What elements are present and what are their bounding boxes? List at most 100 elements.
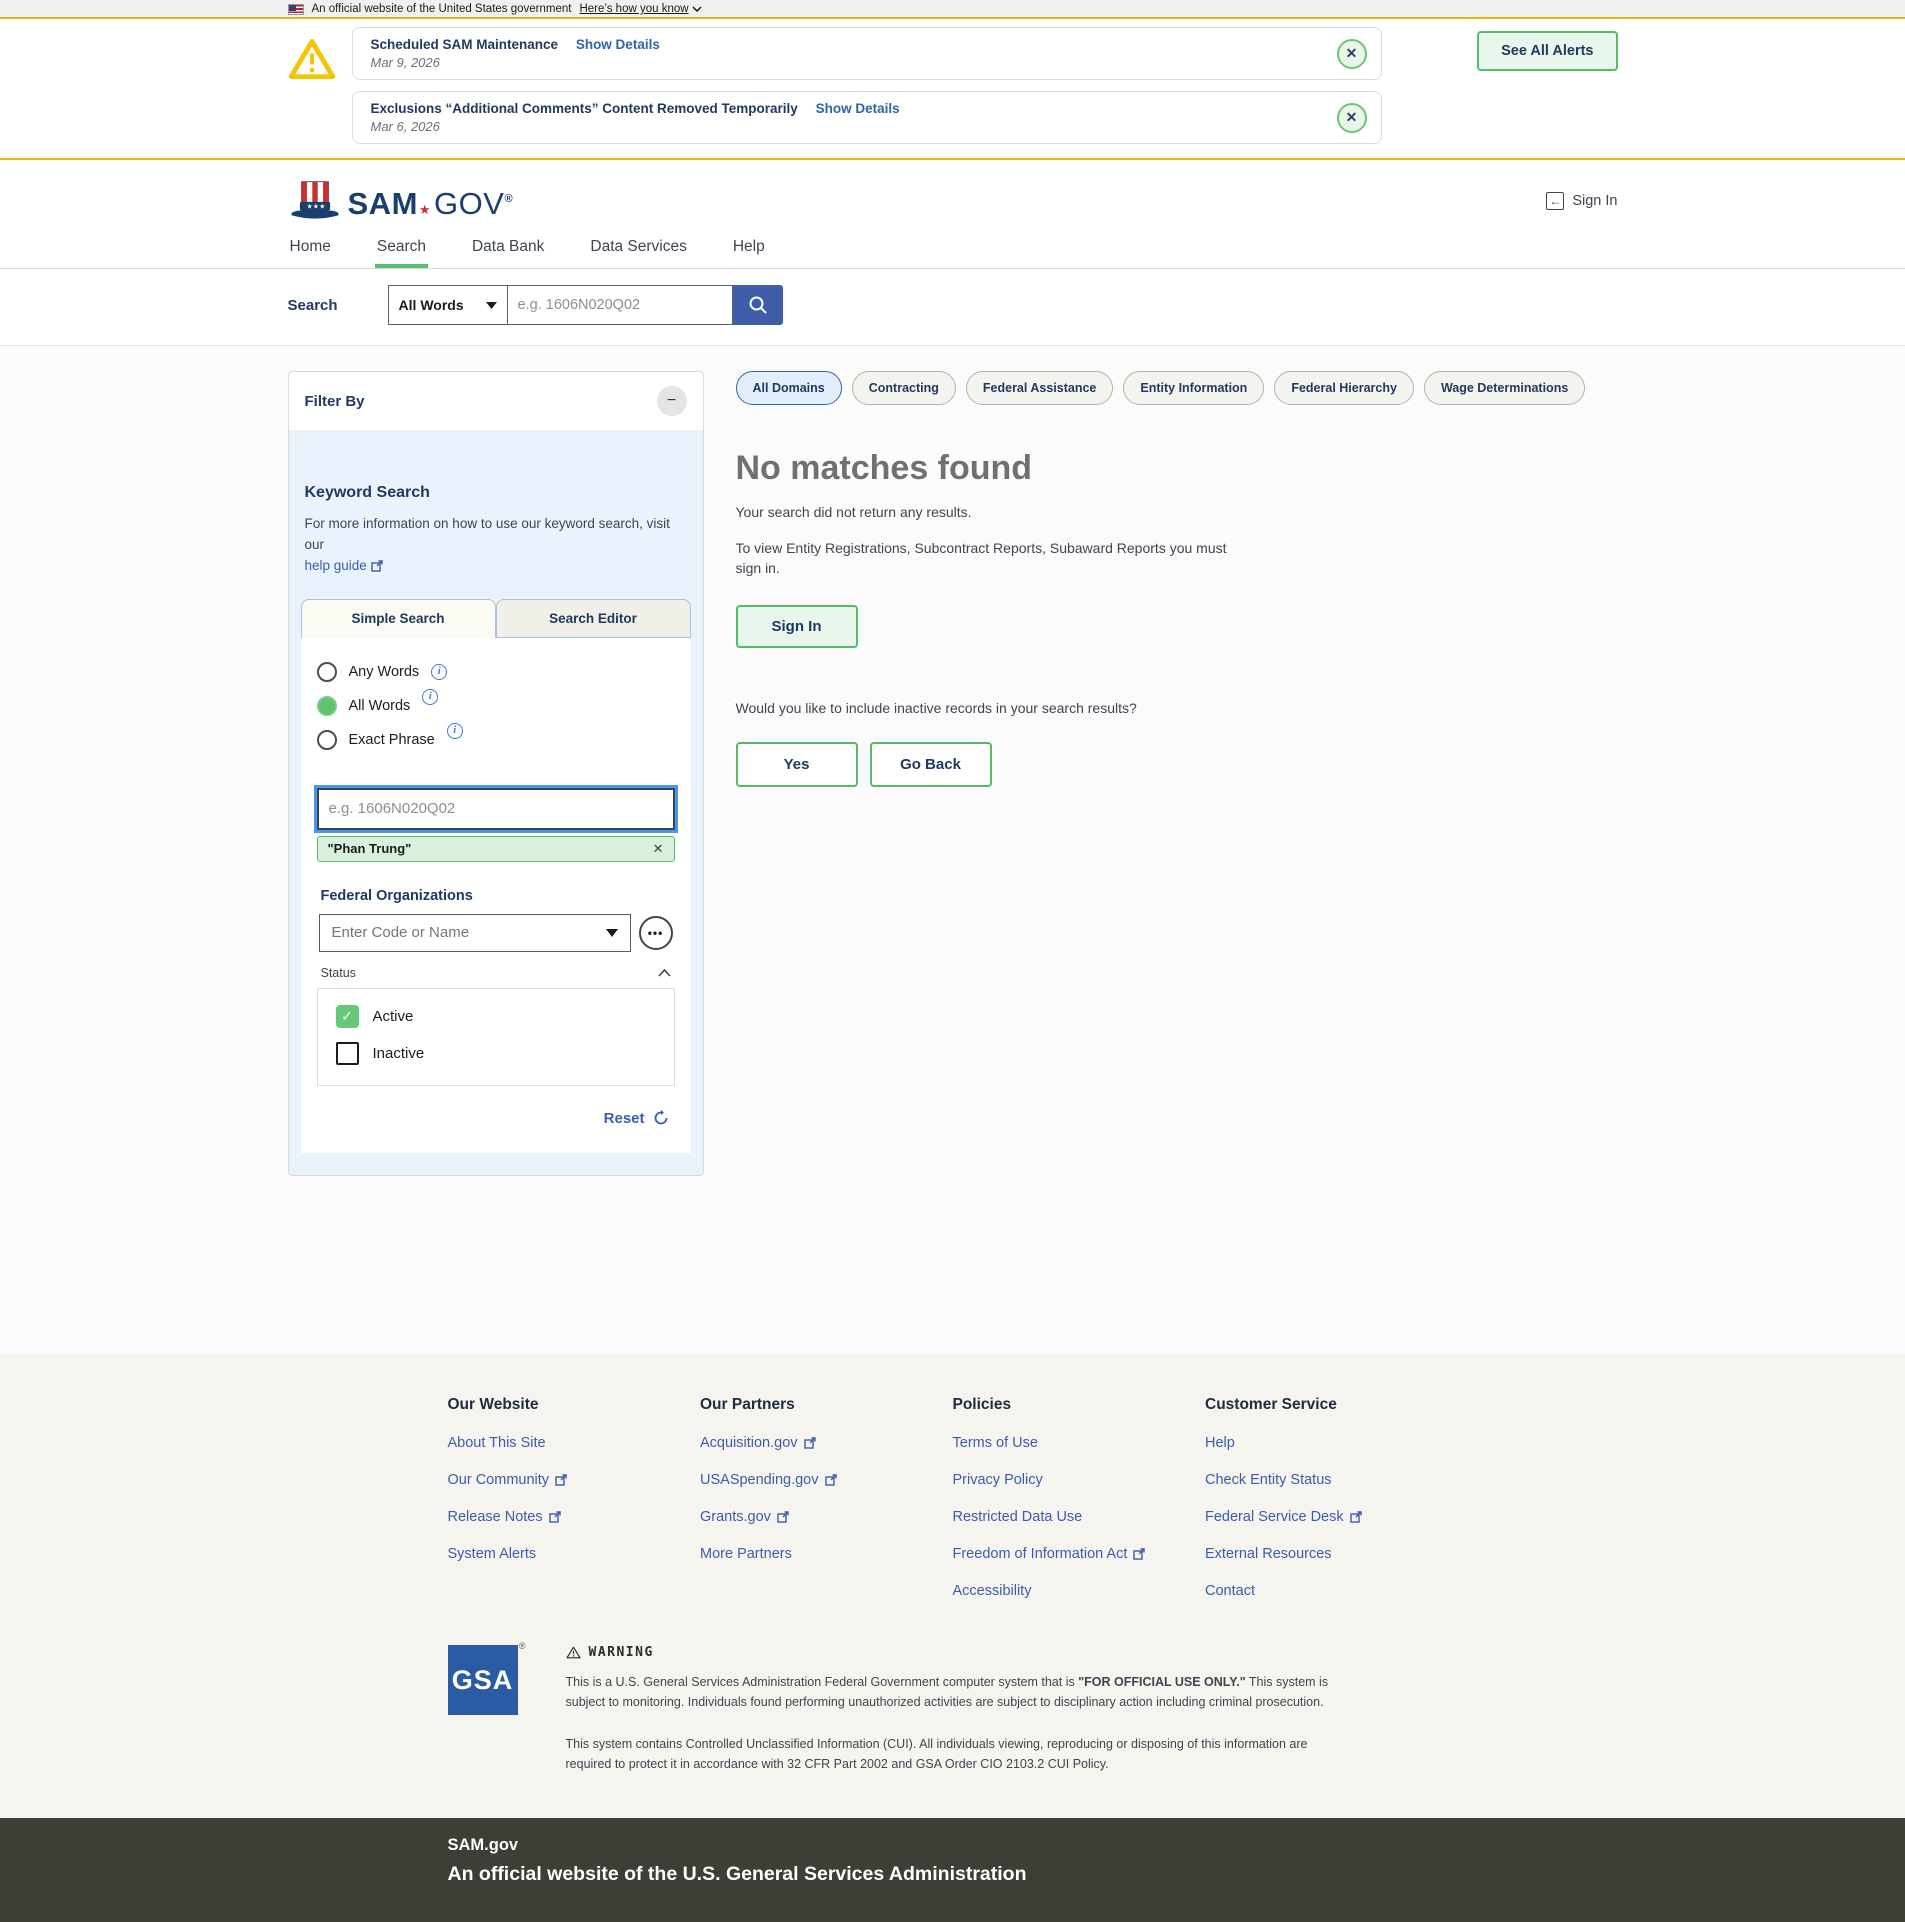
info-icon[interactable]: i xyxy=(447,723,463,739)
checkbox-active[interactable]: ✓ xyxy=(336,1005,359,1028)
nav-item-help[interactable]: Help xyxy=(731,228,767,268)
footer-link-system-alerts[interactable]: System Alerts xyxy=(448,1546,701,1562)
radio-label-exact-phrase: Exact Phrase xyxy=(349,732,435,748)
nav-item-data-bank[interactable]: Data Bank xyxy=(470,228,546,268)
external-link-icon xyxy=(549,1511,561,1523)
external-link-icon xyxy=(371,560,383,572)
more-options-button[interactable]: ••• xyxy=(639,916,673,950)
warning-title: WARNING xyxy=(589,1645,654,1660)
footer-link-foia[interactable]: Freedom of Information Act xyxy=(953,1546,1206,1562)
status-filter-box: ✓ Active Inactive xyxy=(317,988,675,1086)
alert-date: Mar 9, 2026 xyxy=(371,55,1321,70)
alert-close-button[interactable]: ✕ xyxy=(1337,39,1367,69)
checkbox-label-active: Active xyxy=(373,1008,414,1025)
footer-link-restricted-data-use[interactable]: Restricted Data Use xyxy=(953,1509,1206,1525)
sam-gov-logo[interactable]: ★★★ SAM★GOV® xyxy=(288,180,514,222)
domain-tab-all-domains[interactable]: All Domains xyxy=(736,371,842,405)
radio-label-any-words: Any Words xyxy=(349,664,420,680)
footer-heading-our-website: Our Website xyxy=(448,1396,701,1414)
warning-paragraph-1: This is a U.S. General Services Administ… xyxy=(566,1672,1356,1712)
alert-show-details-link[interactable]: Show Details xyxy=(816,101,900,116)
heres-how-you-know-link[interactable]: Here’s how you know xyxy=(579,3,701,15)
domain-tab-federal-hierarchy[interactable]: Federal Hierarchy xyxy=(1274,371,1414,405)
collapse-filters-button[interactable]: − xyxy=(657,386,687,416)
domain-tab-wage-determinations[interactable]: Wage Determinations xyxy=(1424,371,1585,405)
chip-remove-icon[interactable]: ✕ xyxy=(653,841,664,857)
domain-tab-entity-information[interactable]: Entity Information xyxy=(1123,371,1264,405)
uncle-sam-hat-icon: ★★★ xyxy=(288,180,342,222)
checkbox-inactive[interactable] xyxy=(336,1042,359,1065)
search-icon xyxy=(748,295,768,315)
footer-link-federal-service-desk[interactable]: Federal Service Desk xyxy=(1205,1509,1458,1525)
sign-in-button[interactable]: Sign In xyxy=(736,605,858,648)
chevron-up-icon[interactable] xyxy=(658,969,671,977)
footer-link-privacy-policy[interactable]: Privacy Policy xyxy=(953,1472,1206,1488)
external-link-icon xyxy=(1133,1548,1145,1560)
domain-tab-federal-assistance[interactable]: Federal Assistance xyxy=(966,371,1113,405)
tab-search-editor[interactable]: Search Editor xyxy=(496,599,691,638)
nav-item-data-services[interactable]: Data Services xyxy=(588,228,688,268)
radio-any-words[interactable] xyxy=(317,662,337,682)
top-search-bar: Search All Words xyxy=(0,269,1905,346)
warning-triangle-icon xyxy=(288,37,336,81)
bottom-footer-tagline: An official website of the U.S. General … xyxy=(448,1863,1458,1886)
footer-link-more-partners[interactable]: More Partners xyxy=(700,1546,953,1562)
footer-link-contact[interactable]: Contact xyxy=(1205,1583,1458,1599)
gov-banner: An official website of the United States… xyxy=(0,0,1905,19)
filter-panel-title: Filter By xyxy=(305,393,365,410)
radio-all-words[interactable] xyxy=(317,696,337,716)
footer-link-check-entity-status[interactable]: Check Entity Status xyxy=(1205,1472,1458,1488)
see-all-alerts-button[interactable]: See All Alerts xyxy=(1477,31,1617,71)
footer-link-release-notes[interactable]: Release Notes xyxy=(448,1509,701,1525)
reset-filters-link[interactable]: Reset xyxy=(323,1110,669,1127)
yes-button[interactable]: Yes xyxy=(736,742,858,787)
footer-link-help[interactable]: Help xyxy=(1205,1435,1458,1451)
site-footer: Our Website About This Site Our Communit… xyxy=(0,1354,1905,1818)
alert-show-details-link[interactable]: Show Details xyxy=(576,37,660,52)
alert-title: Scheduled SAM Maintenance xyxy=(371,37,559,52)
footer-link-usaspending-gov[interactable]: USASpending.gov xyxy=(700,1472,953,1488)
brand-sam: SAM xyxy=(348,186,418,222)
brand-registered-mark: ® xyxy=(504,193,513,205)
radio-label-all-words: All Words xyxy=(349,698,411,714)
close-icon: ✕ xyxy=(1346,109,1358,126)
search-submit-button[interactable] xyxy=(733,285,783,325)
top-search-input[interactable] xyxy=(508,285,733,325)
help-guide-link[interactable]: help guide xyxy=(305,558,383,573)
domain-tab-contracting[interactable]: Contracting xyxy=(852,371,956,405)
alert-card: Exclusions “Additional Comments” Content… xyxy=(352,91,1382,144)
footer-link-grants-gov[interactable]: Grants.gov xyxy=(700,1509,953,1525)
gsa-logo: GSA xyxy=(448,1645,518,1715)
refresh-icon xyxy=(653,1110,669,1126)
warning-block: WARNING This is a U.S. General Services … xyxy=(566,1645,1356,1774)
alert-close-button[interactable]: ✕ xyxy=(1337,103,1367,133)
footer-link-external-resources[interactable]: External Resources xyxy=(1205,1546,1458,1562)
search-label: Search xyxy=(288,297,338,314)
nav-item-search[interactable]: Search xyxy=(375,228,428,268)
footer-link-accessibility[interactable]: Accessibility xyxy=(953,1583,1206,1599)
domain-tabs: All Domains Contracting Federal Assistan… xyxy=(736,371,1618,405)
warning-outline-icon xyxy=(566,1646,581,1659)
radio-exact-phrase[interactable] xyxy=(317,730,337,750)
nav-item-home[interactable]: Home xyxy=(288,228,333,268)
go-back-button[interactable]: Go Back xyxy=(870,742,992,787)
minus-icon: − xyxy=(667,392,676,409)
search-mode-select[interactable]: All Words xyxy=(388,285,508,325)
tab-simple-search[interactable]: Simple Search xyxy=(301,599,496,638)
footer-link-about-this-site[interactable]: About This Site xyxy=(448,1435,701,1451)
header-sign-in-link[interactable]: ← Sign In xyxy=(1546,192,1617,210)
footer-heading-customer-service: Customer Service xyxy=(1205,1396,1458,1414)
keyword-search-input[interactable] xyxy=(317,788,675,830)
info-icon[interactable]: i xyxy=(431,664,447,680)
info-icon[interactable]: i xyxy=(422,689,438,705)
check-icon: ✓ xyxy=(341,1008,353,1025)
footer-link-our-community[interactable]: Our Community xyxy=(448,1472,701,1488)
gov-banner-text: An official website of the United States… xyxy=(312,3,572,15)
external-link-icon xyxy=(1350,1511,1362,1523)
brand-star-icon: ★ xyxy=(419,202,431,218)
footer-link-terms-of-use[interactable]: Terms of Use xyxy=(953,1435,1206,1451)
federal-org-combobox[interactable]: Enter Code or Name xyxy=(319,914,631,952)
footer-link-acquisition-gov[interactable]: Acquisition.gov xyxy=(700,1435,953,1451)
alerts-section: Scheduled SAM Maintenance Show Details M… xyxy=(0,19,1905,160)
external-link-icon xyxy=(777,1511,789,1523)
